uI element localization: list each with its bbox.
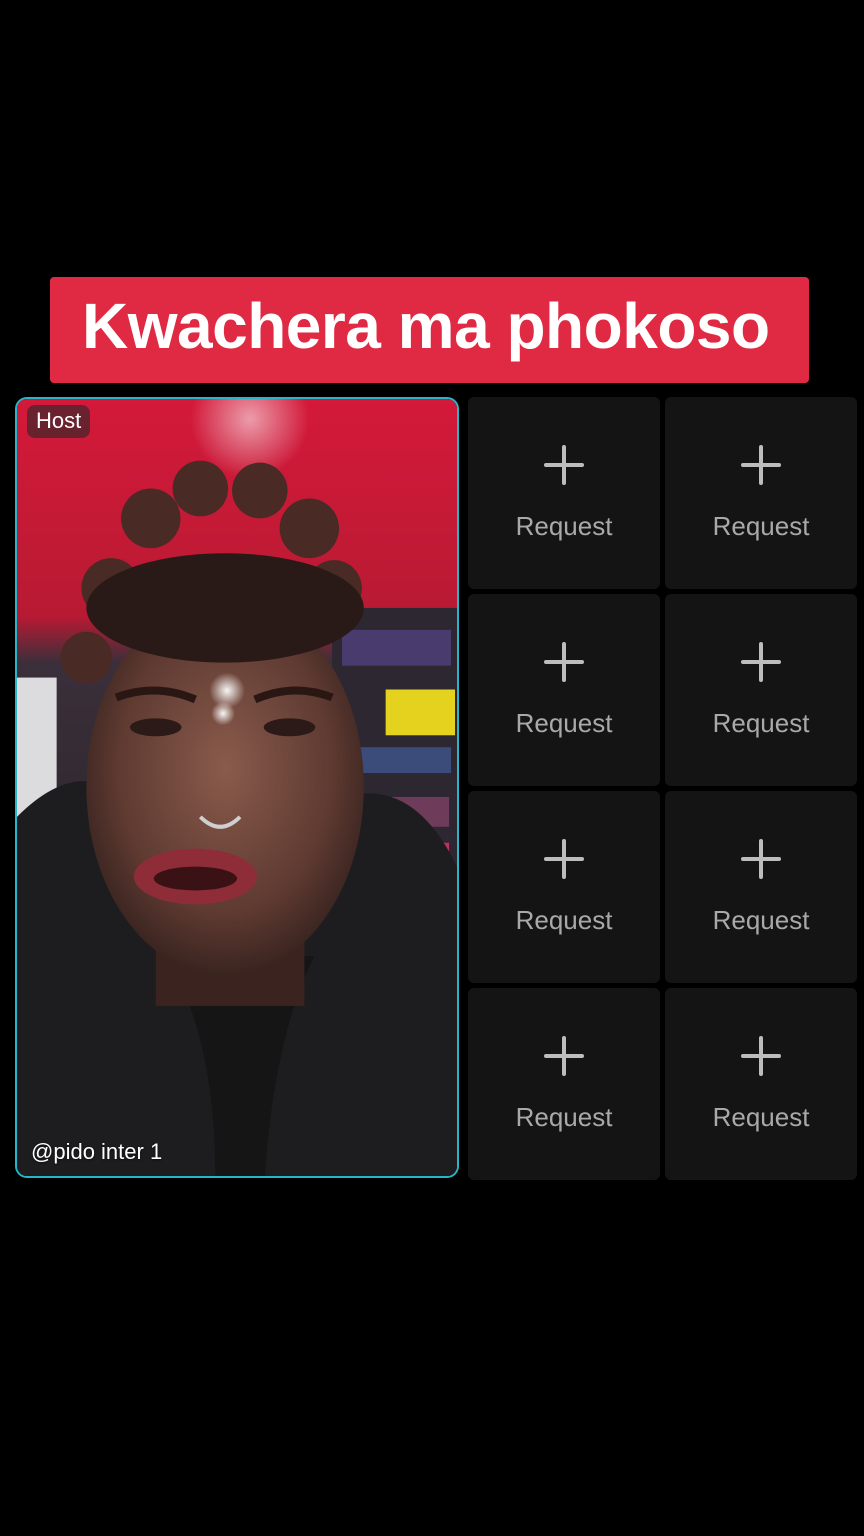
request-label: Request: [712, 708, 810, 738]
request-slot[interactable]: Request: [665, 791, 857, 983]
caption-text: Kwachera ma phokoso: [82, 290, 770, 362]
host-video-feed: [17, 399, 457, 1176]
plus-icon: [741, 445, 781, 485]
request-label: Request: [515, 511, 613, 541]
request-label: Request: [712, 1102, 810, 1132]
request-slot[interactable]: Request: [665, 594, 857, 786]
plus-icon: [544, 445, 584, 485]
request-label: Request: [515, 1102, 613, 1132]
request-label: Request: [515, 708, 613, 738]
request-slot[interactable]: Request: [468, 791, 660, 983]
request-slot[interactable]: Request: [665, 397, 857, 589]
caption-banner: Kwachera ma phokoso: [50, 277, 809, 383]
request-slot[interactable]: Request: [468, 988, 660, 1180]
request-label: Request: [712, 511, 810, 541]
request-slot[interactable]: Request: [468, 594, 660, 786]
host-username[interactable]: @pido inter 1: [31, 1138, 162, 1166]
plus-icon: [544, 1036, 584, 1076]
host-badge: Host: [27, 405, 91, 438]
guest-request-grid: Request Request Request Request Request …: [468, 397, 860, 1181]
host-video-tile[interactable]: Host @pido inter 1: [15, 397, 459, 1178]
request-label: Request: [515, 905, 613, 935]
request-slot[interactable]: Request: [468, 397, 660, 589]
plus-icon: [741, 642, 781, 682]
request-label: Request: [712, 905, 810, 935]
plus-icon: [544, 642, 584, 682]
plus-icon: [741, 1036, 781, 1076]
plus-icon: [544, 839, 584, 879]
request-slot[interactable]: Request: [665, 988, 857, 1180]
plus-icon: [741, 839, 781, 879]
